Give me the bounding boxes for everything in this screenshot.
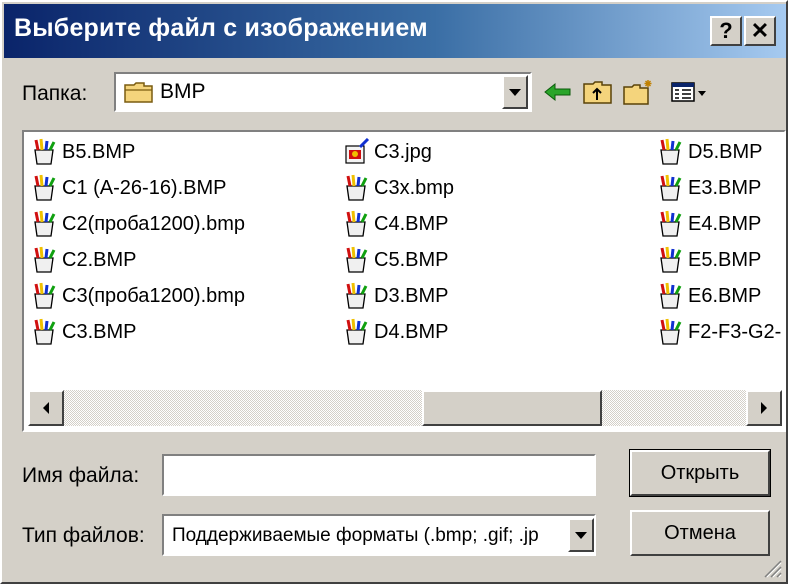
bmp-file-icon (660, 282, 682, 309)
file-item[interactable]: E4.BMP (656, 208, 761, 240)
window-title: Выберите файл с изображением (14, 14, 428, 42)
bmp-file-icon (346, 318, 368, 345)
bmp-file-icon (346, 210, 368, 237)
file-item[interactable]: E6.BMP (656, 280, 761, 312)
file-name: C3x.bmp (374, 176, 455, 199)
bmp-file-icon (660, 138, 682, 165)
up-folder-icon[interactable] (582, 78, 614, 106)
bmp-file-icon (34, 174, 56, 201)
file-name: B5.BMP (62, 140, 136, 163)
bmp-file-icon (660, 210, 682, 237)
file-item[interactable]: C3x.bmp (342, 172, 454, 204)
file-name: E5.BMP (688, 248, 762, 271)
file-item[interactable]: B5.BMP (30, 136, 135, 168)
help-icon: ? (719, 18, 733, 43)
file-item[interactable]: C3(проба1200).bmp (30, 280, 245, 312)
bmp-file-icon (34, 318, 56, 345)
file-item[interactable]: C3.BMP (30, 316, 136, 348)
scroll-left-button[interactable] (28, 390, 64, 426)
open-button[interactable]: Открыть (629, 449, 771, 497)
file-name: C2.BMP (62, 248, 137, 271)
bmp-file-icon (34, 210, 56, 237)
bmp-file-icon (34, 138, 56, 165)
file-name: F2-F3-G2- (688, 320, 782, 343)
filetype-label: Тип файлов: (22, 524, 145, 547)
bmp-file-icon (660, 246, 682, 273)
file-name: C3.BMP (62, 320, 137, 343)
folder-label: Папка: (22, 82, 88, 105)
file-name: E6.BMP (688, 284, 762, 307)
file-name: D5.BMP (688, 140, 763, 163)
folder-value: BMP (160, 80, 206, 103)
filetype-select[interactable]: Поддерживаемые форматы (.bmp; .gif; .jp (162, 514, 596, 556)
file-name: E3.BMP (688, 176, 762, 199)
file-open-dialog: Выберите файл с изображением ? ✕ Папка: … (0, 0, 788, 584)
file-item[interactable]: D4.BMP (342, 316, 448, 348)
file-item[interactable]: E3.BMP (656, 172, 761, 204)
bmp-file-icon (660, 318, 682, 345)
view-menu-icon[interactable] (670, 78, 710, 106)
file-item[interactable]: C4.BMP (342, 208, 448, 240)
filename-label: Имя файла: (22, 464, 140, 487)
scrollbar-thumb[interactable] (422, 390, 602, 426)
arrow-left-icon (43, 402, 49, 414)
file-name: D3.BMP (374, 284, 449, 307)
file-name: C2(проба1200).bmp (62, 212, 246, 235)
close-button[interactable]: ✕ (744, 16, 776, 46)
bmp-file-icon (34, 246, 56, 273)
file-item[interactable]: D3.BMP (342, 280, 448, 312)
file-name: C3(проба1200).bmp (62, 284, 246, 307)
help-button[interactable]: ? (710, 16, 742, 46)
arrow-right-icon (761, 402, 767, 414)
jpg-file-icon (345, 138, 370, 164)
file-name: D4.BMP (374, 320, 449, 343)
file-item[interactable]: E5.BMP (656, 244, 761, 276)
horizontal-scrollbar[interactable] (28, 390, 782, 426)
filetype-value: Поддерживаемые форматы (.bmp; .gif; .jp (172, 525, 539, 546)
folder-icon (124, 82, 153, 103)
chevron-down-icon (509, 89, 521, 96)
file-name: C1 (A-26-16).BMP (62, 176, 227, 199)
bmp-file-icon (346, 174, 368, 201)
bmp-file-icon (660, 174, 682, 201)
file-item[interactable]: C2(проба1200).bmp (30, 208, 245, 240)
chevron-down-icon (575, 532, 587, 539)
file-list[interactable]: B5.BMP C1 (A-26-16).BMP C2(проба1200).bmp C… (22, 130, 786, 432)
filename-input[interactable] (162, 454, 596, 496)
new-folder-icon[interactable] (622, 78, 654, 106)
folder-dropdown-button[interactable] (502, 75, 528, 109)
file-item[interactable]: F2-F3-G2- (656, 316, 781, 348)
file-item[interactable]: C2.BMP (30, 244, 136, 276)
bmp-file-icon (346, 282, 368, 309)
file-name: C3.jpg (374, 140, 432, 163)
file-name: C5.BMP (374, 248, 449, 271)
cancel-button[interactable]: Отмена (630, 510, 770, 556)
file-name: E4.BMP (688, 212, 762, 235)
filetype-dropdown-button[interactable] (568, 518, 594, 552)
scroll-right-button[interactable] (746, 390, 782, 426)
title-bar[interactable]: Выберите файл с изображением ? ✕ (4, 4, 786, 58)
bmp-file-icon (34, 282, 56, 309)
bmp-file-icon (346, 246, 368, 273)
file-name: C4.BMP (374, 212, 449, 235)
folder-select[interactable]: BMP (114, 72, 532, 112)
resize-grip-icon[interactable] (760, 556, 782, 578)
file-item[interactable]: C5.BMP (342, 244, 448, 276)
file-item[interactable]: C3.jpg (342, 136, 432, 168)
file-item[interactable]: C1 (A-26-16).BMP (30, 172, 227, 204)
file-item[interactable]: D5.BMP (656, 136, 762, 168)
close-icon: ✕ (750, 18, 770, 43)
back-arrow-icon[interactable] (542, 78, 574, 106)
